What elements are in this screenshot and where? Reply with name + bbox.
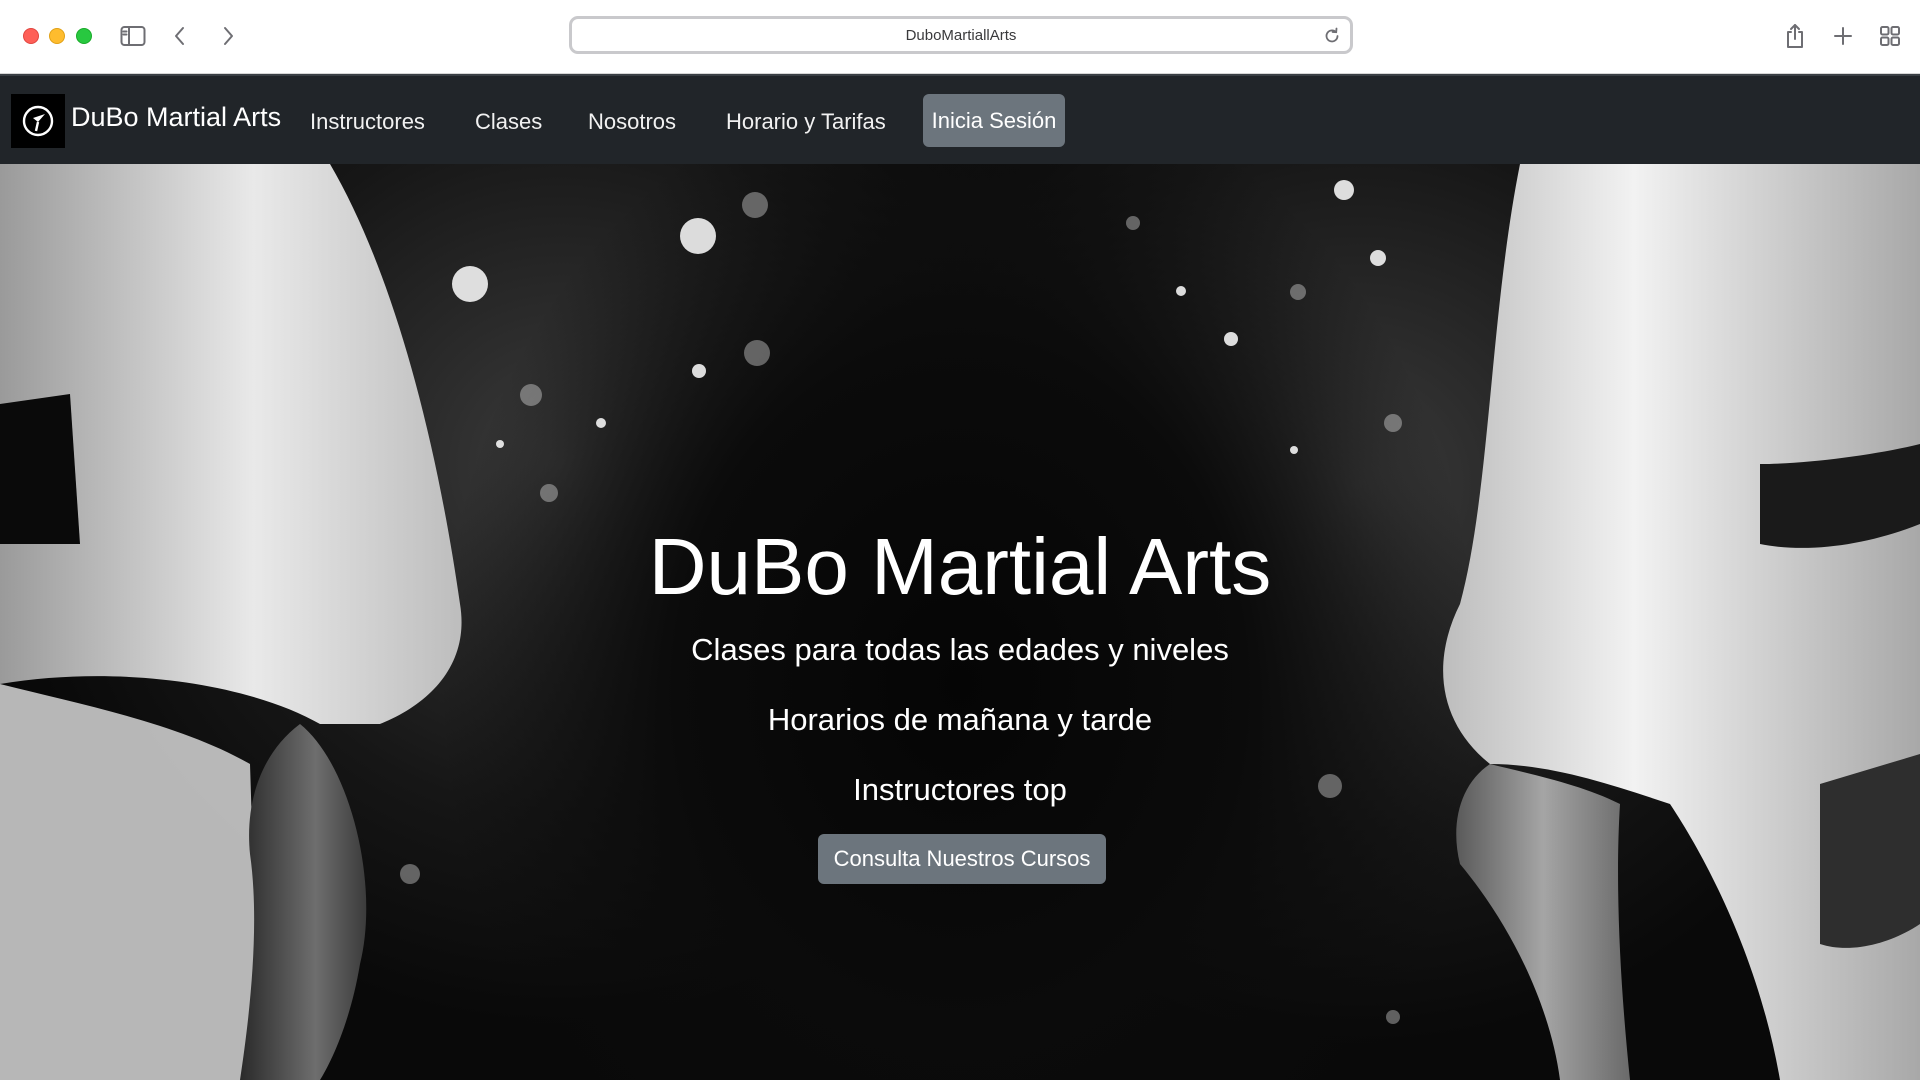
new-tab-icon[interactable] (1827, 20, 1859, 52)
reload-icon[interactable] (1322, 26, 1342, 46)
bokeh-particle (1290, 284, 1306, 300)
minimize-window-button[interactable] (49, 28, 65, 44)
bokeh-particle (1176, 286, 1186, 296)
nav-link-horario-tarifas[interactable]: Horario y Tarifas (726, 109, 886, 135)
browser-toolbar: DuboMartiallArts (0, 0, 1920, 74)
hero-tagline-ages: Clases para todas las edades y niveles (691, 632, 1229, 667)
forward-icon[interactable] (212, 20, 244, 52)
close-window-button[interactable] (23, 28, 39, 44)
nav-link-instructores[interactable]: Instructores (310, 109, 425, 135)
url-text: DuboMartiallArts (905, 26, 1017, 44)
hero-title: DuBo Martial Arts (648, 522, 1272, 611)
back-icon[interactable] (164, 20, 196, 52)
judoka-right-illustration (1443, 164, 1920, 1080)
bokeh-particle (1334, 180, 1354, 200)
bokeh-particle (692, 364, 706, 378)
bokeh-particle (1126, 216, 1140, 230)
bokeh-particle (744, 340, 770, 366)
share-icon[interactable] (1779, 20, 1811, 52)
nav-link-clases[interactable]: Clases (475, 109, 542, 135)
bokeh-particle (1290, 446, 1298, 454)
brand-name[interactable]: DuBo Martial Arts (71, 102, 281, 133)
hero-section: DuBo Martial Arts Clases para todas las … (0, 164, 1920, 1080)
judoka-left-illustration (0, 164, 462, 1080)
bokeh-particle (742, 192, 768, 218)
view-courses-button[interactable]: Consulta Nuestros Cursos (818, 834, 1106, 884)
hero-tagline-schedule: Horarios de mañana y tarde (767, 702, 1153, 737)
zoom-window-button[interactable] (76, 28, 92, 44)
bokeh-particle (496, 440, 504, 448)
tab-overview-icon[interactable] (1874, 20, 1906, 52)
logo-icon[interactable] (11, 94, 65, 148)
bokeh-particle (1384, 414, 1402, 432)
bokeh-particle (1386, 1010, 1400, 1024)
bokeh-particle (400, 864, 420, 884)
bokeh-particle (520, 384, 542, 406)
site-navbar: DuBo Martial Arts Instructores Clases No… (0, 74, 1920, 164)
nav-link-nosotros[interactable]: Nosotros (588, 109, 676, 135)
sidebar-icon[interactable] (117, 20, 149, 52)
hero-tagline-instructors: Instructores top (853, 772, 1067, 807)
login-button[interactable]: Inicia Sesión (923, 94, 1065, 147)
bokeh-particle (596, 418, 606, 428)
bokeh-particle (540, 484, 558, 502)
bokeh-particle (1370, 250, 1386, 266)
bokeh-particle (452, 266, 488, 302)
bokeh-particle (680, 218, 716, 254)
address-bar[interactable]: DuboMartiallArts (569, 16, 1353, 54)
bokeh-particle (1224, 332, 1238, 346)
